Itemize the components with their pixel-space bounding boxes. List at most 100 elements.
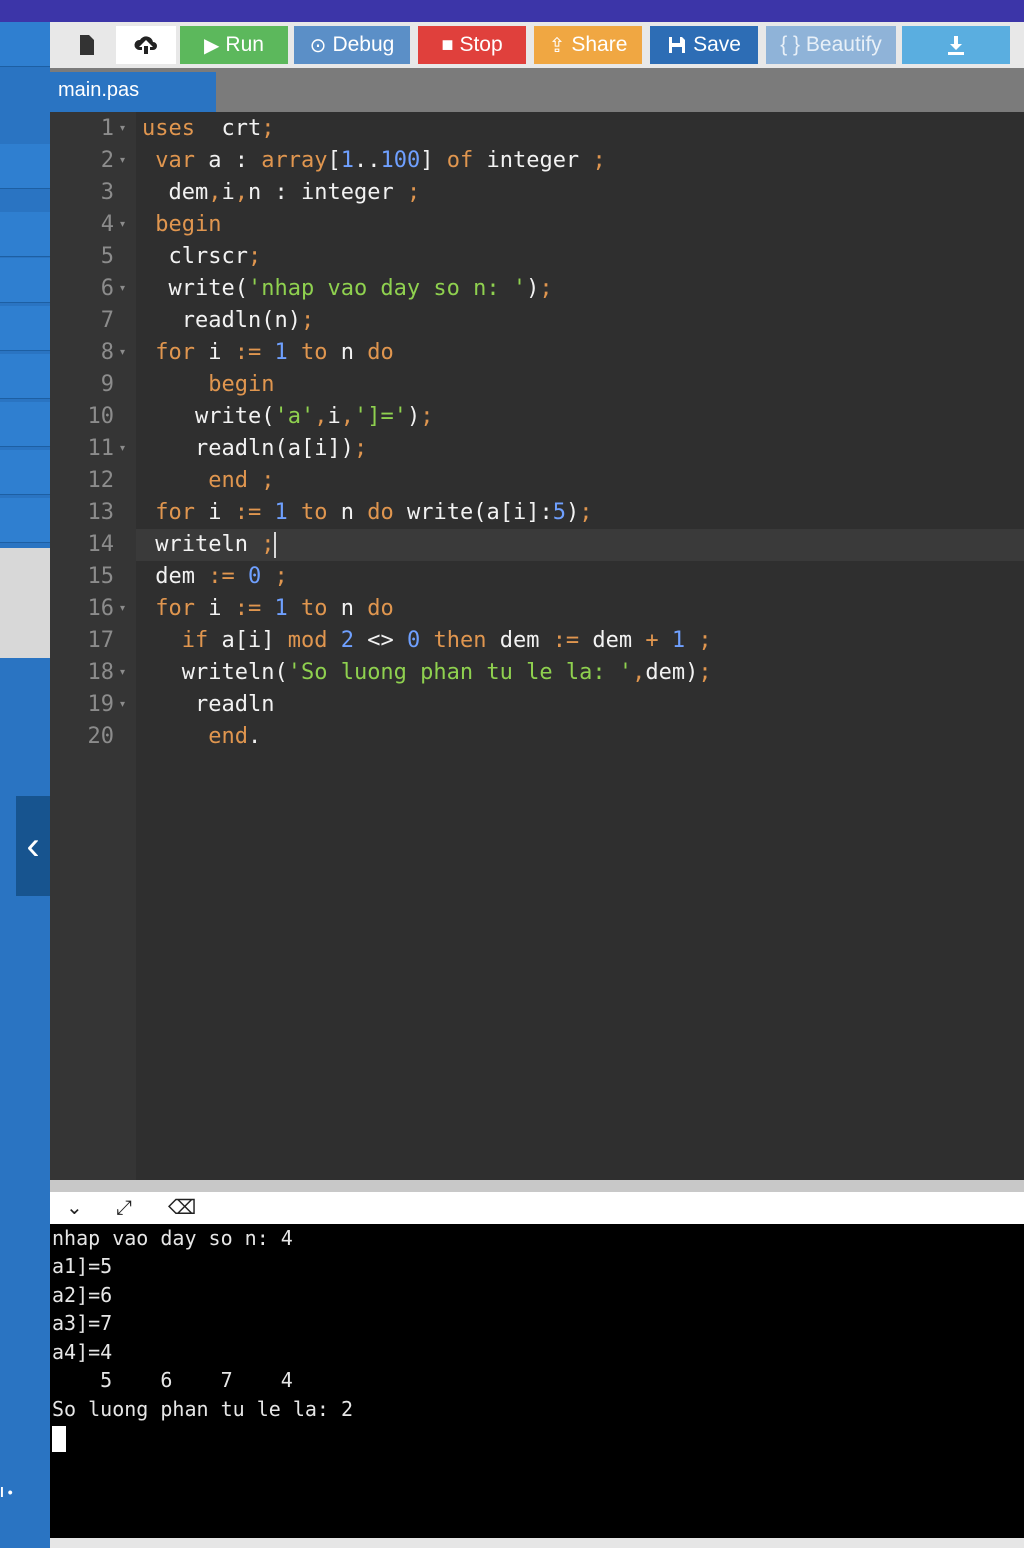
code-token: mod	[287, 628, 328, 653]
fold-toggle-icon[interactable]: ▾	[120, 209, 125, 241]
code-token: 100	[380, 148, 421, 173]
code-token: ,	[314, 404, 328, 429]
code-token: array	[261, 148, 328, 173]
sidebar-item[interactable]	[0, 402, 50, 447]
chevron-left-icon: ‹	[26, 823, 40, 868]
code-line: dem,i,n : integer ;	[142, 177, 421, 209]
fold-toggle-icon[interactable]: ▾	[120, 145, 125, 177]
code-token: 1	[671, 628, 686, 653]
code-token: uses	[142, 116, 195, 141]
expand-console-button[interactable]: ⤢	[116, 1192, 132, 1224]
code-line: begin	[142, 369, 274, 401]
code-token: for	[155, 340, 195, 365]
fold-toggle-icon[interactable]: ▾	[120, 113, 125, 145]
sidebar-item[interactable]	[0, 498, 50, 543]
code-line: writeln('So luong phan tu le la: ',dem);	[142, 657, 712, 689]
code-line: writeln ;	[142, 529, 277, 561]
code-token: of	[446, 148, 474, 173]
line-number: 6	[100, 276, 114, 301]
code-token: write(	[168, 276, 248, 301]
fold-toggle-icon[interactable]: ▾	[120, 593, 125, 625]
debug-button[interactable]: ⊙ Debug	[294, 26, 410, 64]
code-token: writeln(	[181, 660, 288, 685]
open-project-button[interactable]	[116, 26, 176, 64]
new-file-button[interactable]	[62, 26, 112, 64]
beautify-button[interactable]: { } Beautify	[766, 26, 896, 64]
fold-toggle-icon[interactable]: ▾	[120, 433, 125, 465]
code-token: a :	[195, 148, 262, 173]
code-token: ;	[261, 116, 275, 141]
code-line: readln(a[i]);	[142, 433, 367, 465]
fold-toggle-icon[interactable]: ▾	[120, 689, 125, 721]
code-token: end	[208, 468, 248, 493]
code-token: i	[195, 340, 235, 365]
sidebar-item[interactable]	[0, 354, 50, 399]
sidebar-item[interactable]	[0, 144, 50, 189]
code-line: begin	[142, 209, 221, 241]
fold-toggle-icon[interactable]: ▾	[120, 337, 125, 369]
editor-console-splitter[interactable]	[50, 1180, 1024, 1192]
sidebar-item[interactable]	[0, 22, 50, 67]
sidebar-item[interactable]	[0, 212, 50, 257]
file-icon	[80, 35, 94, 55]
sidebar-item[interactable]	[0, 450, 50, 495]
floppy-icon	[669, 37, 686, 53]
run-button[interactable]: ▶ Run	[180, 26, 288, 64]
code-token: ;	[274, 564, 288, 589]
fold-toggle-icon[interactable]: ▾	[120, 657, 125, 689]
code-token: a[i]	[208, 628, 288, 653]
code-token: i	[221, 180, 235, 205]
line-number: 20	[87, 724, 115, 749]
code-token: crt	[194, 116, 262, 141]
code-token: ']='	[353, 404, 407, 429]
code-token: )	[565, 500, 580, 525]
code-token: to	[287, 500, 328, 525]
code-token: :=	[234, 500, 262, 525]
code-token: to	[287, 596, 328, 621]
console-line: nhap vao day so n: 4	[52, 1226, 293, 1250]
console-output[interactable]: nhap vao day so n: 4 a1]=5 a2]=6 a3]=7 a…	[50, 1224, 1024, 1538]
code-token: ;	[300, 308, 315, 333]
share-button[interactable]: ⇪ Share	[534, 26, 642, 64]
code-token: [	[327, 148, 341, 173]
stop-button[interactable]: ■ Stop	[418, 26, 526, 64]
code-editor[interactable]: 1 ▾ uses crt; 2 ▾ var a : array[1..100] of i…	[50, 112, 1024, 1180]
line-number: 5	[100, 244, 114, 269]
code-token: )	[526, 276, 540, 301]
sidebar-item[interactable]	[0, 258, 50, 303]
code-token: dem	[155, 564, 209, 589]
code-token: begin	[208, 372, 275, 397]
collapse-sidebar-button[interactable]: ‹	[16, 796, 50, 896]
code-token: for	[155, 596, 195, 621]
code-token: 'So luong phan tu le la: '	[287, 660, 633, 685]
top-header-bar	[0, 0, 1024, 22]
code-token: 1	[261, 500, 288, 525]
code-token: 0	[406, 628, 421, 653]
code-line: for i := 1 to n do	[142, 593, 394, 625]
download-button[interactable]	[902, 26, 1010, 64]
expand-icon: ⤢	[116, 1197, 132, 1219]
save-button[interactable]: Save	[650, 26, 758, 64]
console-line: 5 6 7 4	[52, 1368, 293, 1392]
code-token: 'nhap vao day so n: '	[247, 276, 527, 301]
clear-console-button[interactable]: ⌫	[168, 1192, 196, 1224]
code-token: ]	[420, 148, 447, 173]
code-token: readln	[194, 692, 275, 717]
code-token: .	[247, 724, 262, 749]
sidebar-item[interactable]	[0, 306, 50, 351]
collapse-console-button[interactable]: ⌄	[66, 1192, 83, 1224]
code-token: do	[367, 340, 394, 365]
code-token: 1	[340, 148, 354, 173]
cloud-upload-icon	[134, 36, 157, 54]
fold-toggle-icon[interactable]: ▾	[120, 273, 125, 305]
code-token: dem	[168, 180, 209, 205]
tab-main-pas[interactable]: main.pas	[50, 72, 216, 112]
